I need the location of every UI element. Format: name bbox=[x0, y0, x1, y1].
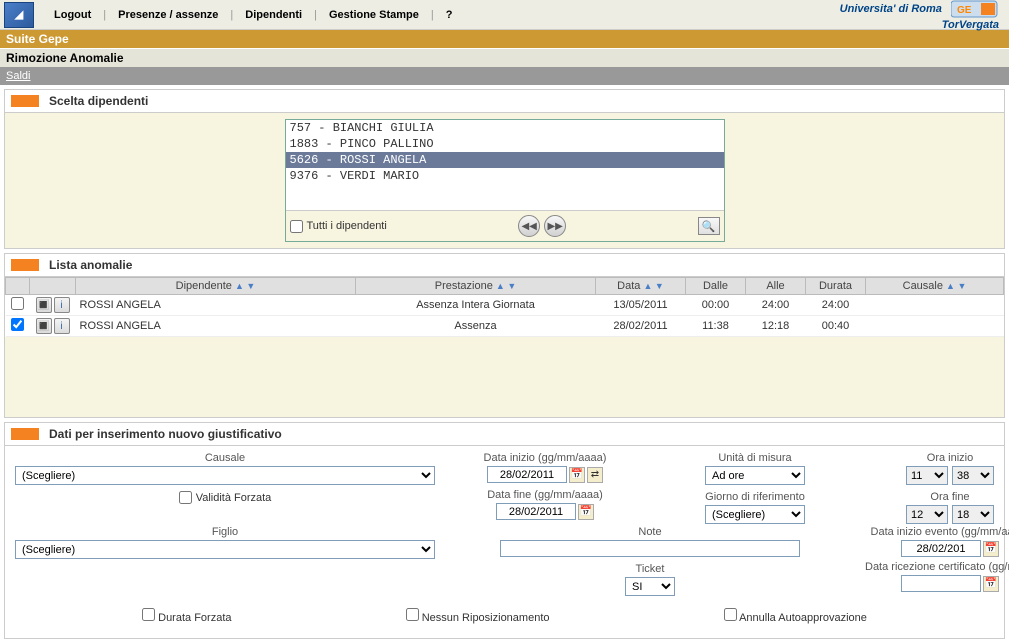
label-causale: Causale bbox=[15, 452, 435, 464]
menu-logout[interactable]: Logout bbox=[44, 5, 101, 25]
section-chip bbox=[11, 259, 39, 271]
nessun-rip-row[interactable]: Nessun Riposizionamento bbox=[406, 608, 550, 624]
ora-fine-m[interactable]: 18 bbox=[952, 505, 994, 524]
giorno-rif-select[interactable]: (Scegliere) bbox=[705, 505, 805, 524]
cell-data: 13/05/2011 bbox=[596, 295, 686, 316]
info-icon[interactable]: i bbox=[54, 297, 70, 313]
cell-durata: 00:40 bbox=[806, 316, 866, 337]
cell-data: 28/02/2011 bbox=[596, 316, 686, 337]
label-unita: Unità di misura bbox=[655, 452, 855, 464]
employee-row[interactable]: 9376 - VERDI MARIO bbox=[286, 168, 724, 184]
cell-prestazione: Assenza Intera Giornata bbox=[356, 295, 596, 316]
cell-causale bbox=[866, 316, 1004, 337]
cell-dipendente: ROSSI ANGELA bbox=[76, 295, 356, 316]
col-dipendente[interactable]: Dipendente bbox=[176, 280, 232, 292]
prev-button[interactable]: ◀◀ bbox=[518, 215, 540, 237]
cell-alle: 24:00 bbox=[746, 295, 806, 316]
row-checkbox[interactable] bbox=[11, 318, 24, 331]
col-causale[interactable]: Causale bbox=[903, 280, 943, 292]
section-chip bbox=[11, 95, 39, 107]
menu-dipendenti[interactable]: Dipendenti bbox=[235, 5, 312, 25]
ticket-select[interactable]: SI bbox=[625, 577, 675, 596]
calendar-icon[interactable]: 📅 bbox=[983, 576, 999, 592]
university-name-2: TorVergata bbox=[840, 19, 999, 31]
table-row: 🔳i ROSSI ANGELAAssenza28/02/201111:3812:1… bbox=[6, 316, 1004, 337]
section-anomalie-title: Lista anomalie bbox=[49, 258, 132, 272]
label-ora-fine: Ora fine bbox=[865, 491, 1009, 503]
ora-fine-h[interactable]: 12 bbox=[906, 505, 948, 524]
ora-inizio-h[interactable]: 11 bbox=[906, 466, 948, 485]
col-durata: Durata bbox=[819, 280, 852, 292]
employee-row[interactable]: 1883 - PINCO PALLINO bbox=[286, 136, 724, 152]
unita-select[interactable]: Ad ore bbox=[705, 466, 805, 485]
tutti-dipendenti-checkbox[interactable] bbox=[290, 220, 303, 233]
cell-alle: 12:18 bbox=[746, 316, 806, 337]
col-data[interactable]: Data bbox=[617, 280, 640, 292]
col-prestazione[interactable]: Prestazione bbox=[435, 280, 493, 292]
nessun-rip-checkbox[interactable] bbox=[406, 608, 419, 621]
label-giorno-rif: Giorno di riferimento bbox=[655, 491, 855, 503]
col-alle: Alle bbox=[766, 280, 784, 292]
data-inizio-input[interactable] bbox=[487, 466, 567, 483]
employee-listbox[interactable]: 757 - BIANCHI GIULIA1883 - PINCO PALLINO… bbox=[286, 120, 724, 210]
tutti-dipendenti-label: Tutti i dipendenti bbox=[307, 220, 387, 232]
app-logo: ◢ bbox=[4, 2, 34, 28]
ora-inizio-m[interactable]: 38 bbox=[952, 466, 994, 485]
calendar-icon[interactable]: 📅 bbox=[578, 504, 594, 520]
section-chip bbox=[11, 428, 39, 440]
section-scelta-title: Scelta dipendenti bbox=[49, 94, 148, 108]
label-figlio: Figlio bbox=[15, 526, 435, 538]
annulla-auto-row[interactable]: Annulla Autoapprovazione bbox=[724, 608, 867, 624]
validita-forzata-checkbox[interactable] bbox=[179, 491, 192, 504]
annulla-auto-checkbox[interactable] bbox=[724, 608, 737, 621]
svg-text:GE: GE bbox=[957, 5, 972, 16]
figlio-select[interactable]: (Scegliere) bbox=[15, 540, 435, 559]
page-title: Rimozione Anomalie bbox=[0, 48, 1009, 67]
durata-forzata-checkbox[interactable] bbox=[142, 608, 155, 621]
calendar-range-icon[interactable]: ⇄ bbox=[587, 467, 603, 483]
table-row: 🔳i ROSSI ANGELAAssenza Intera Giornata13/… bbox=[6, 295, 1004, 316]
saldi-link[interactable]: Saldi bbox=[6, 70, 30, 82]
menu-presenze[interactable]: Presenze / assenze bbox=[108, 5, 228, 25]
gepe-logo: GE bbox=[951, 0, 999, 19]
label-validita: Validità Forzata bbox=[196, 492, 272, 504]
label-data-inizio: Data inizio (gg/mm/aaaa) bbox=[445, 452, 645, 464]
search-button[interactable]: 🔍 bbox=[698, 217, 720, 235]
label-ticket: Ticket bbox=[445, 563, 855, 575]
next-button[interactable]: ▶▶ bbox=[544, 215, 566, 237]
label-data-evento: Data inizio evento (gg/mm/aaaa) bbox=[865, 526, 1009, 538]
cell-prestazione: Assenza bbox=[356, 316, 596, 337]
cell-dalle: 11:38 bbox=[686, 316, 746, 337]
calendar-icon[interactable]: 📅 bbox=[983, 541, 999, 557]
cell-causale bbox=[866, 295, 1004, 316]
label-data-cert: Data ricezione certificato (gg/mm/aaaa) bbox=[865, 561, 1009, 573]
menu-stampe[interactable]: Gestione Stampe bbox=[319, 5, 429, 25]
data-evento-input[interactable] bbox=[901, 540, 981, 557]
data-fine-input[interactable] bbox=[496, 503, 576, 520]
detail-icon[interactable]: 🔳 bbox=[36, 318, 52, 334]
cell-dipendente: ROSSI ANGELA bbox=[76, 316, 356, 337]
label-ora-inizio: Ora inizio bbox=[865, 452, 1009, 464]
menu-help[interactable]: ? bbox=[436, 5, 463, 25]
calendar-icon[interactable]: 📅 bbox=[569, 467, 585, 483]
anomalie-table: Dipendente ▲ ▼ Prestazione ▲ ▼ Data ▲ ▼ … bbox=[5, 277, 1004, 337]
cell-dalle: 00:00 bbox=[686, 295, 746, 316]
cell-durata: 24:00 bbox=[806, 295, 866, 316]
label-data-fine: Data fine (gg/mm/aaaa) bbox=[445, 489, 645, 501]
suite-title: Suite Gepe bbox=[0, 30, 1009, 48]
row-checkbox[interactable] bbox=[11, 297, 24, 310]
section-dati-title: Dati per inserimento nuovo giustificativ… bbox=[49, 427, 282, 441]
employee-row[interactable]: 5626 - ROSSI ANGELA bbox=[286, 152, 724, 168]
detail-icon[interactable]: 🔳 bbox=[36, 297, 52, 313]
label-note: Note bbox=[445, 526, 855, 538]
col-dalle: Dalle bbox=[703, 280, 728, 292]
data-cert-input[interactable] bbox=[901, 575, 981, 592]
university-name-1: Universita' di Roma bbox=[840, 2, 942, 14]
employee-row[interactable]: 757 - BIANCHI GIULIA bbox=[286, 120, 724, 136]
note-input[interactable] bbox=[500, 540, 800, 557]
causale-select[interactable]: (Scegliere) bbox=[15, 466, 435, 485]
info-icon[interactable]: i bbox=[54, 318, 70, 334]
durata-forzata-row[interactable]: Durata Forzata bbox=[142, 608, 231, 624]
